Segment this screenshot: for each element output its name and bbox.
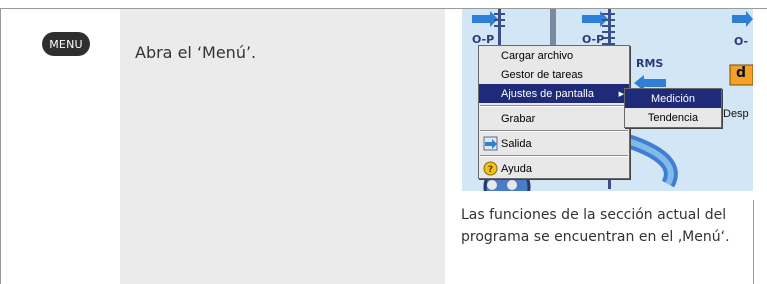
instruction-text: Abra el ‘Menú’.	[135, 43, 257, 62]
menu-item-salida[interactable]: Salida	[479, 134, 629, 153]
menu-separator	[480, 130, 628, 132]
menu-separator	[480, 155, 628, 157]
menu-item-ayuda[interactable]: ? Ayuda	[479, 159, 629, 178]
bg-label-desp: Desp	[723, 108, 749, 120]
svg-text:?: ?	[488, 165, 493, 175]
submenu-item-label: Tendencia	[647, 111, 699, 124]
menu-separator	[480, 105, 628, 107]
menu-item-gestor-de-tareas[interactable]: Gestor de tareas	[479, 65, 629, 84]
bg-label-o-right: O-	[734, 35, 749, 48]
manual-page: MENU Abra el ‘Menú’. O-P O-P O- RMS d De…	[0, 0, 767, 284]
menu-item-label: Cargar archivo	[501, 49, 574, 62]
menu-item-label: Ajustes de pantalla	[501, 87, 594, 100]
submenu-item-label: Medición	[650, 92, 696, 105]
exit-arrow-icon	[483, 136, 498, 151]
left-rule	[0, 8, 1, 284]
caption-text: Las funciones de la sección actual del p…	[461, 204, 761, 248]
device-screenshot: O-P O-P O- RMS d Desp Cargar archivo Ges…	[462, 9, 753, 191]
help-icon: ?	[483, 161, 498, 176]
bg-label-d: d	[736, 65, 747, 81]
submenu-item-tendencia[interactable]: Tendencia	[625, 108, 721, 127]
menu-item-ajustes-de-pantalla[interactable]: Ajustes de pantalla ▶	[479, 84, 629, 103]
caption-line-2: programa se encuentran en el ‚Menú‘.	[461, 229, 730, 245]
context-menu: Cargar archivo Gestor de tareas Ajustes …	[478, 45, 630, 179]
caption-line-1: Las funciones de la sección actual del	[461, 207, 727, 223]
submenu-item-medicion[interactable]: Medición	[625, 89, 721, 108]
menu-item-label: Grabar	[501, 112, 536, 125]
menu-key-badge: MENU	[42, 32, 90, 56]
menu-item-label: Salida	[501, 137, 532, 150]
submenu: Medición Tendencia	[624, 88, 722, 128]
bg-label-rms: RMS	[636, 57, 664, 70]
menu-item-label: Gestor de tareas	[501, 68, 583, 81]
menu-item-label: Ayuda	[501, 162, 532, 175]
menu-item-grabar[interactable]: Grabar	[479, 109, 629, 128]
menu-item-cargar-archivo[interactable]: Cargar archivo	[479, 46, 629, 65]
